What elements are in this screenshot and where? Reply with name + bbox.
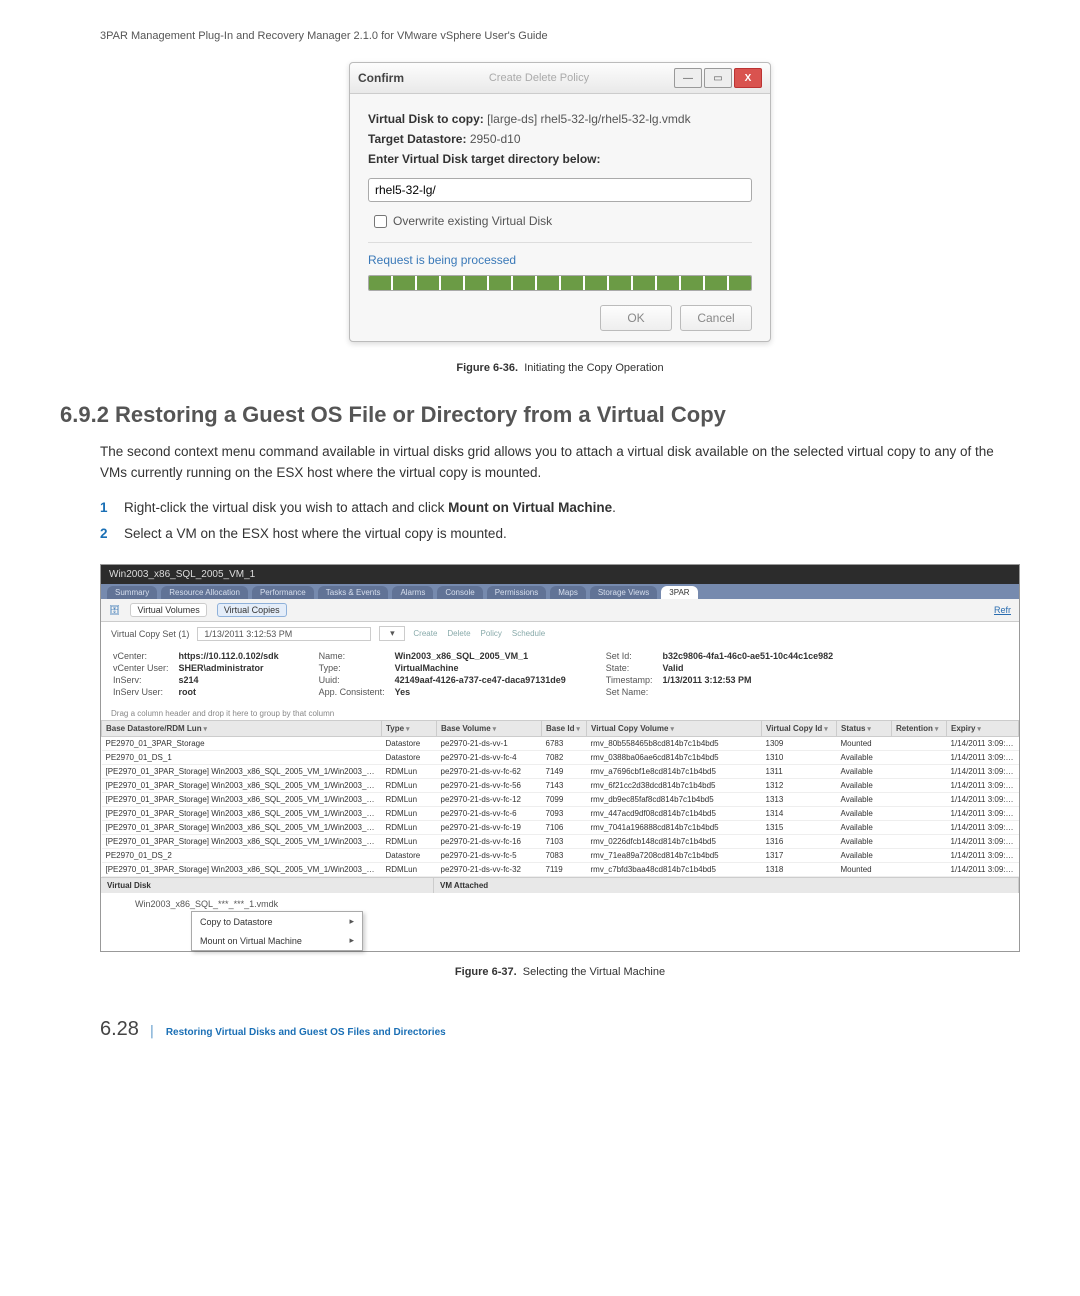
column-header[interactable]: Virtual Copy Volume (587, 721, 762, 737)
column-header[interactable]: Status (837, 721, 892, 737)
refresh-link[interactable]: Refr (994, 605, 1011, 615)
processing-text: Request is being processed (368, 253, 752, 267)
figure-6-36-caption: Figure 6-36. Initiating the Copy Operati… (100, 362, 1020, 374)
overwrite-label: Overwrite existing Virtual Disk (393, 214, 552, 228)
overwrite-checkbox[interactable] (374, 215, 387, 228)
column-header[interactable]: Base Datastore/RDM Lun (102, 721, 382, 737)
vsphere-tab-bar: Summary Resource Allocation Performance Tas… (101, 584, 1019, 599)
section-6-9-2-heading: 6.9.2 Restoring a Guest OS File or Direc… (60, 402, 1020, 428)
table-row[interactable]: [PE2970_01_3PAR_Storage] Win2003_x86_SQL… (102, 835, 1019, 849)
vsphere-tab[interactable]: Alarms (392, 586, 433, 599)
menu-copy-to-datastore[interactable]: Copy to Datastore▸ (192, 912, 362, 931)
selected-vmdk-row[interactable]: Win2003_x86_SQL_***_***_1.vmdk (131, 897, 471, 911)
cancel-button[interactable]: Cancel (680, 305, 752, 331)
progress-bar (368, 275, 752, 291)
virtual-disk-table: Base Datastore/RDM LunTypeBase VolumeBas… (101, 720, 1019, 877)
vsphere-window-title: Win2003_x86_SQL_2005_VM_1 (101, 565, 1019, 584)
close-icon[interactable]: X (734, 68, 762, 88)
cylinder-icon: 🗄 (109, 605, 120, 616)
table-row[interactable]: [PE2970_01_3PAR_Storage] Win2003_x86_SQL… (102, 779, 1019, 793)
vsphere-tab[interactable]: Permissions (487, 586, 547, 599)
confirm-dialog-figure: Confirm Create Delete Policy — ▭ X Virtu… (100, 62, 1020, 342)
vd-copy-value: [large-ds] rhel5-32-lg/rhel5-32-lg.vmdk (487, 112, 690, 126)
table-row[interactable]: [PE2970_01_3PAR_Storage] Win2003_x86_SQL… (102, 807, 1019, 821)
section-intro-paragraph: The second context menu command availabl… (100, 442, 1020, 484)
target-ds-value: 2950-d10 (470, 132, 521, 146)
table-row[interactable]: PE2970_01_3PAR_StorageDatastorepe2970-21… (102, 737, 1019, 751)
virtual-copies-tab[interactable]: Virtual Copies (217, 603, 287, 617)
table-row[interactable]: [PE2970_01_3PAR_Storage] Win2003_x86_SQL… (102, 863, 1019, 877)
toolbar-link[interactable]: Policy (481, 629, 502, 638)
table-row[interactable]: [PE2970_01_3PAR_Storage] Win2003_x86_SQL… (102, 821, 1019, 835)
target-dir-input[interactable] (368, 178, 752, 202)
vsphere-tab[interactable]: Tasks & Events (318, 586, 389, 599)
column-header[interactable]: Retention (892, 721, 947, 737)
figure-6-37-image: Win2003_x86_SQL_2005_VM_1 Summary Resourc… (100, 564, 1020, 952)
copy-set-label: Virtual Copy Set (1) (111, 629, 189, 639)
column-header[interactable]: Expiry (947, 721, 1019, 737)
step-1: 1 Right-click the virtual disk you wish … (100, 498, 1020, 518)
vsphere-tab[interactable]: Storage Views (590, 586, 657, 599)
toolbar-link[interactable]: Schedule (512, 629, 545, 638)
lower-grid-header: Virtual Disk VM Attached (101, 877, 1019, 893)
vd-copy-label: Virtual Disk to copy: (368, 112, 484, 126)
column-header[interactable]: Virtual Copy Id (762, 721, 837, 737)
submenu-arrow-icon: ▸ (349, 916, 354, 927)
doc-header: 3PAR Management Plug-In and Recovery Man… (100, 30, 1020, 42)
virtual-volumes-tab[interactable]: Virtual Volumes (130, 603, 206, 617)
vsphere-tab[interactable]: Console (437, 586, 482, 599)
column-header[interactable]: Base Id (542, 721, 587, 737)
column-header[interactable]: Base Volume (437, 721, 542, 737)
vsphere-tab[interactable]: Resource Allocation (161, 586, 248, 599)
dialog-bg-buttons: Create Delete Policy (404, 72, 674, 84)
submenu-arrow-icon: ▸ (349, 935, 354, 946)
ok-button[interactable]: OK (600, 305, 672, 331)
dialog-title: Confirm (358, 71, 404, 85)
figure-6-37-caption: Figure 6-37. Selecting the Virtual Machi… (100, 966, 1020, 978)
minimize-icon[interactable]: — (674, 68, 702, 88)
confirm-dialog: Confirm Create Delete Policy — ▭ X Virtu… (349, 62, 771, 342)
target-dir-label: Enter Virtual Disk target directory belo… (368, 152, 752, 166)
dialog-titlebar: Confirm Create Delete Policy — ▭ X (350, 63, 770, 94)
copy-set-dropdown-icon[interactable]: ▾ (379, 626, 405, 641)
group-hint: Drag a column header and drop it here to… (101, 707, 1019, 720)
maximize-icon[interactable]: ▭ (704, 68, 732, 88)
page-number: 6.28 (100, 1018, 139, 1041)
copy-set-value[interactable]: 1/13/2011 3:12:53 PM (197, 627, 371, 641)
vsphere-tab[interactable]: Maps (550, 586, 586, 599)
footer-breadcrumb: Restoring Virtual Disks and Guest OS Fil… (166, 1027, 446, 1038)
toolbar-link[interactable]: Delete (447, 629, 470, 638)
table-row[interactable]: PE2970_01_DS_1Datastorepe2970-21-ds-vv-f… (102, 751, 1019, 765)
column-header[interactable]: Type (382, 721, 437, 737)
vsphere-tab[interactable]: Summary (107, 586, 157, 599)
table-row[interactable]: PE2970_01_DS_2Datastorepe2970-21-ds-vv-f… (102, 849, 1019, 863)
toolbar-link[interactable]: Create (413, 629, 437, 638)
vsphere-tab[interactable]: 3PAR (661, 586, 697, 599)
step-2: 2 Select a VM on the ESX host where the … (100, 524, 1020, 544)
table-row[interactable]: [PE2970_01_3PAR_Storage] Win2003_x86_SQL… (102, 793, 1019, 807)
menu-mount-on-vm[interactable]: Mount on Virtual Machine▸ (192, 931, 362, 950)
target-ds-label: Target Datastore: (368, 132, 466, 146)
vsphere-tab[interactable]: Performance (252, 586, 314, 599)
context-menu: Copy to Datastore▸ Mount on Virtual Mach… (191, 911, 363, 951)
footer-separator: │ (149, 1026, 156, 1038)
table-row[interactable]: [PE2970_01_3PAR_Storage] Win2003_x86_SQL… (102, 765, 1019, 779)
